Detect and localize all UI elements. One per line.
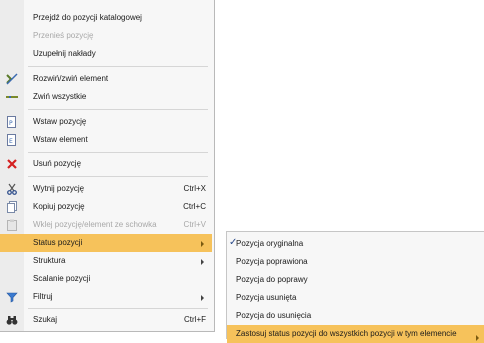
submenu-item-label: Pozycja do poprawy: [236, 275, 308, 284]
menu-item-fill-in-inputs[interactable]: Uzupełnij nakłady: [0, 45, 212, 63]
insert-element-icon: E: [6, 134, 18, 146]
menu-item-label: Uzupełnij nakłady: [33, 49, 96, 58]
svg-text:E: E: [9, 138, 13, 145]
menu-item-move-position[interactable]: Przenieś pozycję: [0, 27, 212, 45]
menu-item-insert-position[interactable]: P Wstaw pozycję: [0, 113, 212, 131]
menu-item-search[interactable]: Szukaj Ctrl+F: [0, 311, 212, 329]
menu-item-insert-element[interactable]: E Wstaw element: [0, 131, 212, 149]
copy-icon: [6, 201, 18, 213]
expand-collapse-icon: [6, 73, 18, 85]
submenu-arrow-icon: [201, 241, 204, 247]
menu-separator: [28, 308, 208, 309]
menu-item-merge-positions[interactable]: Scalanie pozycji: [0, 270, 212, 288]
menu-item-label: Szukaj: [33, 315, 58, 324]
menu-item-cut-position[interactable]: Wytnij pozycję Ctrl+X: [0, 180, 212, 198]
submenu-item-corrected-position[interactable]: Pozycja poprawiona: [227, 253, 484, 271]
menu-item-label: Wstaw pozycję: [33, 117, 87, 126]
menu-item-shortcut: Ctrl+C: [183, 202, 206, 211]
scissors-icon: [6, 183, 18, 195]
menu-item-expand-collapse-element[interactable]: Rozwiń/zwiń element: [0, 70, 212, 88]
menu-item-label: Wytnij pozycję: [33, 184, 85, 193]
menu-separator: [28, 152, 208, 153]
menu-item-structure[interactable]: Struktura: [0, 252, 212, 270]
submenu-item-position-to-delete[interactable]: Pozycja do usunięcia: [227, 307, 484, 325]
menu-item-label: Kopiuj pozycję: [33, 202, 85, 211]
menu-item-label: Przejdź do pozycji katalogowej: [33, 13, 142, 22]
menu-item-label: Rozwiń/zwiń element: [33, 74, 109, 83]
menu-item-label: Scalanie pozycji: [33, 274, 91, 283]
submenu-item-original-position[interactable]: ✓ Pozycja oryginalna: [227, 235, 484, 253]
menu-item-shortcut: Ctrl+F: [184, 315, 206, 324]
menu-item-position-status[interactable]: Status pozycji: [0, 234, 212, 252]
menu-item-label: Status pozycji: [33, 238, 83, 247]
submenu-item-apply-status-to-all[interactable]: Zastosuj status pozycji do wszystkich po…: [227, 325, 484, 343]
submenu-item-deleted-position[interactable]: Pozycja usunięta: [227, 289, 484, 307]
position-status-submenu: ✓ Pozycja oryginalna Pozycja poprawiona …: [226, 231, 484, 343]
filter-funnel-icon: [6, 291, 18, 303]
submenu-item-label: Pozycja do usunięcia: [236, 311, 312, 320]
submenu-item-position-to-correct[interactable]: Pozycja do poprawy: [227, 271, 484, 289]
collapse-all-icon: [6, 91, 18, 103]
menu-item-go-to-catalog-position[interactable]: Przejdź do pozycji katalogowej: [0, 9, 212, 27]
menu-separator: [28, 66, 208, 67]
svg-text:P: P: [9, 120, 13, 127]
menu-item-label: Zwiń wszystkie: [33, 92, 87, 101]
menu-separator: [28, 176, 208, 177]
submenu-item-label: Pozycja poprawiona: [236, 257, 308, 266]
menu-item-copy-position[interactable]: Kopiuj pozycję Ctrl+C: [0, 198, 212, 216]
menu-item-shortcut: Ctrl+X: [183, 184, 206, 193]
menu-item-delete-position[interactable]: Usuń pozycję: [0, 155, 212, 173]
menu-item-label: Filtruj: [33, 292, 53, 301]
delete-x-icon: [6, 158, 18, 170]
menu-item-filter[interactable]: Filtruj: [0, 288, 212, 306]
submenu-arrow-icon: [201, 295, 204, 301]
menu-item-label: Przenieś pozycję: [33, 31, 94, 40]
binoculars-icon: [6, 314, 18, 326]
menu-item-label: Wklej pozycję/element ze schowka: [33, 220, 157, 229]
submenu-item-label: Pozycja oryginalna: [236, 239, 304, 248]
context-menu: Przejdź do pozycji katalogowej Przenieś …: [0, 0, 215, 332]
submenu-arrow-icon: [476, 335, 479, 341]
menu-item-label: Usuń pozycję: [33, 159, 82, 168]
paste-icon: [6, 219, 18, 231]
menu-item-paste-position[interactable]: Wklej pozycję/element ze schowka Ctrl+V: [0, 216, 212, 234]
menu-separator: [28, 109, 208, 110]
menu-item-label: Struktura: [33, 256, 66, 265]
submenu-arrow-icon: [201, 259, 204, 265]
menu-item-label: Wstaw element: [33, 135, 88, 144]
menu-item-collapse-all[interactable]: Zwiń wszystkie: [0, 88, 212, 106]
insert-position-icon: P: [6, 116, 18, 128]
submenu-item-label: Pozycja usunięta: [236, 293, 297, 302]
menu-item-shortcut: Ctrl+V: [183, 220, 206, 229]
